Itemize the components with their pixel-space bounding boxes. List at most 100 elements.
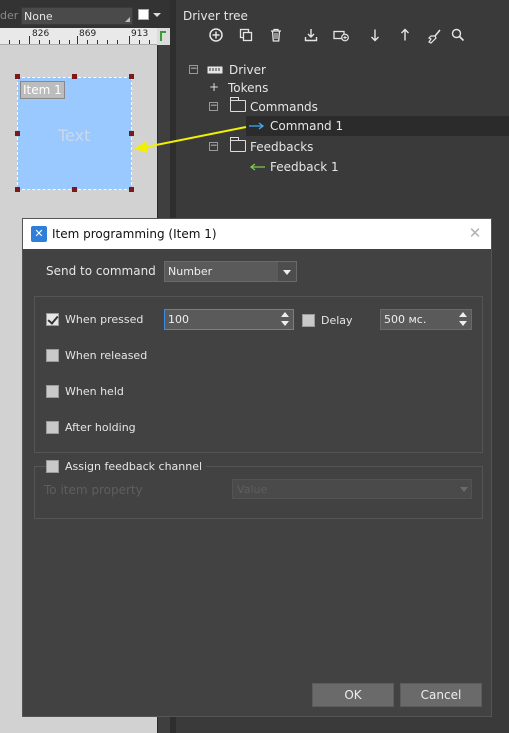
checkbox-unchecked-icon[interactable] [46, 349, 59, 362]
resize-handle[interactable] [129, 187, 134, 192]
spin-up-icon[interactable] [281, 312, 289, 317]
delay-checkbox[interactable]: Delay [302, 313, 372, 329]
collapse-icon[interactable]: − [209, 102, 218, 111]
send-to-command-select[interactable]: Number [164, 261, 297, 282]
move-up-icon[interactable] [395, 28, 415, 48]
checkbox-unchecked-icon[interactable] [46, 460, 59, 473]
delay-value: 500 мс. [384, 313, 427, 326]
ok-button[interactable]: OK [312, 683, 394, 707]
ruler-tick [97, 40, 98, 44]
tree-node-label: Command 1 [270, 119, 344, 133]
horizontal-ruler: 826 869 913 [0, 28, 157, 45]
dialog-titlebar[interactable]: ✕ Item programming (Item 1) ✕ [23, 219, 491, 249]
ruler-tick-label: 869 [79, 29, 97, 39]
tree-node-tokens[interactable]: + Tokens [176, 78, 509, 98]
driver-tree-title: Driver tree [183, 9, 248, 23]
delete-icon[interactable] [266, 28, 286, 48]
close-icon[interactable]: ✕ [467, 225, 483, 241]
send-to-command-label: Send to command [46, 264, 156, 278]
combo-corner-icon [125, 17, 130, 22]
when-pressed-value-spinbox[interactable]: 100 [164, 309, 294, 330]
tree-node-command-1[interactable]: Command 1 [246, 116, 509, 136]
when-released-label: When released [65, 349, 148, 362]
after-holding-label: After holding [65, 421, 136, 434]
checkbox-unchecked-icon[interactable] [46, 385, 59, 398]
to-item-property-label: To item property [44, 483, 143, 497]
color-dropdown-icon[interactable] [153, 13, 161, 17]
tree-node-feedbacks[interactable]: − Feedbacks [176, 137, 509, 157]
ruler-tick [129, 36, 130, 44]
copy-icon[interactable] [236, 28, 256, 48]
resize-handle[interactable] [15, 187, 20, 192]
when-held-checkbox[interactable]: When held [46, 384, 146, 400]
spin-arrows[interactable] [279, 311, 291, 328]
folder-icon [230, 137, 246, 152]
item-text: Text [58, 126, 91, 145]
item-programming-dialog: ✕ Item programming (Item 1) ✕ Send to co… [22, 218, 492, 717]
folder-icon [230, 97, 246, 112]
feedback-arrow-icon [249, 163, 265, 171]
delay-label: Delay [321, 314, 353, 327]
ruler-tick [87, 40, 88, 44]
spin-arrows[interactable] [457, 311, 469, 328]
search-icon[interactable] [448, 28, 468, 48]
ruler-tick [117, 40, 118, 44]
tree-node-feedback-1[interactable]: Feedback 1 [176, 157, 509, 177]
ruler-tick [139, 40, 140, 44]
spin-up-icon[interactable] [459, 312, 467, 317]
resize-handle[interactable] [15, 131, 20, 136]
collapse-icon[interactable]: − [189, 65, 198, 74]
tree-node-label: Commands [250, 100, 318, 114]
tree-node-label: Tokens [228, 81, 269, 95]
delay-value-spinbox[interactable]: 500 мс. [380, 309, 472, 330]
command-arrow-icon [249, 122, 265, 130]
collapse-icon[interactable]: − [209, 142, 218, 151]
to-item-property-select[interactable]: Value [232, 479, 472, 499]
clean-icon[interactable] [425, 28, 445, 48]
tree-node-commands[interactable]: − Commands [176, 97, 509, 117]
tree-node-label: Feedback 1 [270, 160, 339, 174]
spin-down-icon[interactable] [281, 321, 289, 326]
when-pressed-checkbox[interactable]: When pressed [46, 312, 156, 328]
add-command-icon[interactable] [331, 28, 351, 48]
expand-icon[interactable]: + [209, 81, 219, 93]
add-icon[interactable] [206, 28, 226, 48]
ruler-tick [49, 40, 50, 44]
tree-node-label: Driver [229, 63, 266, 77]
order-combo-value: None [24, 10, 53, 23]
guide-marker-icon [160, 31, 166, 41]
to-item-property-value: Value [237, 483, 268, 496]
order-combo[interactable]: None [21, 7, 133, 25]
driver-icon [207, 66, 223, 74]
assign-feedback-checkbox[interactable]: Assign feedback channel [46, 459, 206, 475]
cancel-button[interactable]: Cancel [400, 683, 482, 707]
after-holding-checkbox[interactable]: After holding [46, 420, 156, 436]
tree-node-driver[interactable]: − Driver [176, 60, 509, 80]
spin-down-icon[interactable] [459, 321, 467, 326]
resize-handle[interactable] [72, 187, 77, 192]
resize-handle[interactable] [72, 74, 77, 79]
ruler-tick [149, 40, 150, 44]
move-down-icon[interactable] [365, 28, 385, 48]
ruler-tick-label: 826 [32, 29, 50, 39]
canvas-item[interactable]: Item 1 Text [17, 77, 132, 190]
import-icon[interactable] [301, 28, 321, 48]
checkbox-checked-icon[interactable] [46, 313, 59, 326]
assign-feedback-label: Assign feedback channel [65, 460, 203, 473]
resize-handle[interactable] [129, 74, 134, 79]
tree-node-label: Feedbacks [250, 140, 314, 154]
ruler-tick [39, 40, 40, 44]
resize-handle[interactable] [15, 74, 20, 79]
color-swatch[interactable] [138, 9, 149, 20]
driver-tree-toolbar [176, 26, 509, 52]
resize-handle[interactable] [129, 131, 134, 136]
ruler-tick [77, 36, 78, 44]
ruler-tick [29, 36, 30, 44]
chevron-down-icon[interactable] [460, 487, 468, 492]
ruler-tick [19, 40, 20, 44]
checkbox-unchecked-icon[interactable] [302, 314, 315, 327]
when-released-checkbox[interactable]: When released [46, 348, 166, 364]
chevron-down-icon[interactable] [278, 262, 296, 281]
when-held-label: When held [65, 385, 124, 398]
checkbox-unchecked-icon[interactable] [46, 421, 59, 434]
